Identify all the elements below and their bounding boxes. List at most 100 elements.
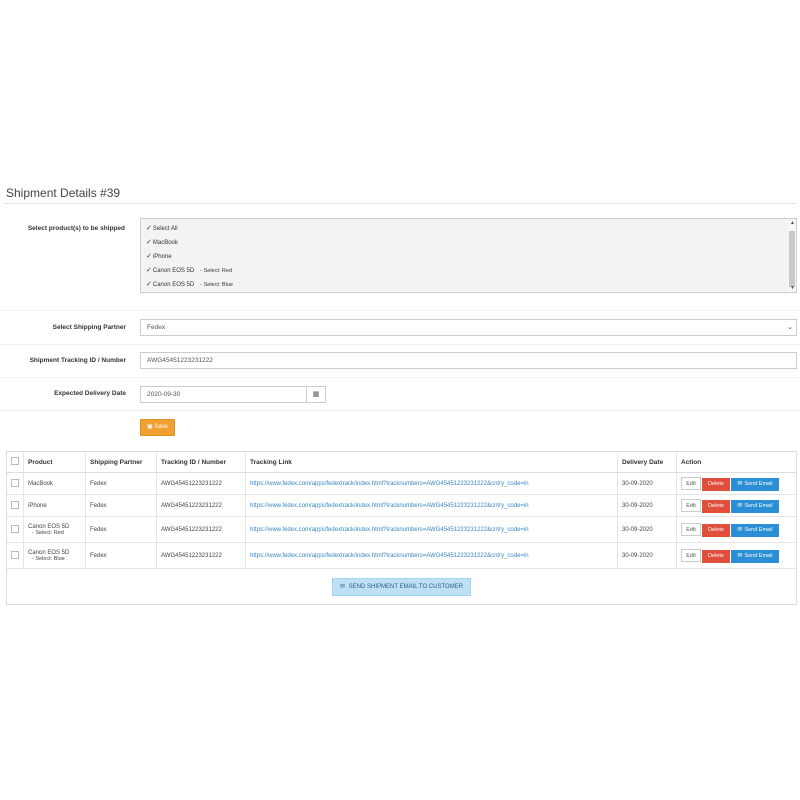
action-cell: Edit Delete ✉ Send Email: [676, 494, 796, 517]
send-email-button[interactable]: ✉ Send Email: [731, 549, 779, 563]
product-option-variant: - Select: Blue: [200, 282, 233, 288]
tracking-link-cell: https://www.fedex.com/apps/fedextrack/in…: [245, 494, 618, 517]
scroll-up-icon[interactable]: ▲: [790, 220, 795, 226]
select-all-checkbox[interactable]: [11, 457, 19, 465]
check-icon: ✓: [146, 267, 152, 274]
product-option[interactable]: ✓Canon EOS 5D - Select: Red: [146, 266, 232, 274]
envelope-icon: ✉: [737, 526, 743, 533]
check-icon: ✓: [146, 239, 152, 246]
product-variant: - Select: Blue: [32, 555, 65, 562]
action-cell: Edit Delete ✉ Send Email: [676, 516, 796, 543]
envelope-icon: ✉: [737, 502, 743, 509]
send-email-button[interactable]: ✉ Send Email: [731, 477, 779, 491]
row-select-cell: [7, 494, 24, 517]
row-divider: [0, 377, 800, 378]
delivery-date-cell: 30-09-2020: [617, 516, 677, 543]
edit-button[interactable]: Edit: [681, 522, 701, 536]
product-option-label: Select All: [152, 226, 178, 232]
calendar-button[interactable]: ▦: [306, 386, 326, 403]
delivery-date-input[interactable]: 2020-09-30: [140, 386, 307, 403]
tracking-id-input[interactable]: AWG45451223231222: [140, 352, 797, 369]
table-header-row: Product Shipping Partner Tracking ID / N…: [7, 452, 796, 473]
scroll-down-icon[interactable]: ▼: [790, 285, 795, 291]
column-header-product: Product: [23, 452, 86, 473]
check-icon: ✓: [146, 253, 152, 260]
send-email-label: Send Email: [744, 502, 773, 509]
product-name: iPhone: [28, 502, 47, 509]
row-checkbox[interactable]: [11, 478, 19, 487]
tracking-link[interactable]: https://www.fedex.com/apps/fedextrack/in…: [250, 481, 529, 487]
tracking-link[interactable]: https://www.fedex.com/apps/fedextrack/in…: [250, 553, 529, 559]
delivery-date-cell: 30-09-2020: [617, 542, 677, 569]
shipments-table: Product Shipping Partner Tracking ID / N…: [7, 452, 796, 569]
edit-button[interactable]: Edit: [681, 476, 701, 490]
product-multiselect[interactable]: ✓Select All ✓MacBook ✓iPhone ✓Canon EOS 5D -…: [140, 218, 797, 293]
table-row: Canon EOS 5D - Select: Blue Fedex AWG454512…: [7, 542, 796, 569]
delete-button[interactable]: Delete: [702, 549, 730, 563]
shipment-page: Shipment Details #39 Select product(s) t…: [0, 0, 800, 800]
tracking-id-cell: AWG45451223231222: [156, 516, 246, 543]
row-checkbox[interactable]: [11, 500, 19, 509]
send-email-label: Send Email: [744, 480, 773, 487]
envelope-icon: ✉: [737, 552, 743, 559]
shipping-partner-value: Fedex: [147, 324, 166, 331]
envelope-icon: ✉: [737, 480, 743, 487]
tracking-link[interactable]: https://www.fedex.com/apps/fedextrack/in…: [250, 503, 529, 509]
column-header-tracking-link: Tracking Link: [245, 452, 618, 473]
send-email-button[interactable]: ✉ Send Email: [731, 499, 779, 513]
product-cell: Canon EOS 5D - Select: Blue: [23, 542, 86, 569]
product-list-scrollbar[interactable]: ▲ ▼: [788, 219, 796, 292]
delete-button[interactable]: Delete: [702, 523, 730, 537]
edit-button[interactable]: Edit: [681, 548, 701, 562]
product-option[interactable]: ✓iPhone: [146, 252, 172, 260]
partner-cell: Fedex: [85, 516, 157, 543]
row-select-cell: [7, 542, 24, 569]
column-header-delivery-date: Delivery Date: [617, 452, 677, 473]
row-select-cell: [7, 516, 24, 543]
shipments-table-panel: Product Shipping Partner Tracking ID / N…: [6, 451, 797, 605]
partner-cell: Fedex: [85, 472, 157, 495]
column-header-action: Action: [676, 452, 796, 473]
scroll-thumb[interactable]: [789, 231, 795, 287]
delete-button[interactable]: Delete: [702, 477, 730, 491]
product-option-label: MacBook: [152, 240, 178, 246]
tracking-id-cell: AWG45451223231222: [156, 494, 246, 517]
title-divider: [4, 203, 796, 204]
delivery-date-value: 2020-09-30: [147, 391, 181, 398]
save-icon: ▣: [146, 424, 153, 430]
products-label: Select product(s) to be shipped: [27, 225, 125, 232]
shipping-partner-select[interactable]: Fedex ⌄: [140, 319, 797, 336]
delivery-date-cell: 30-09-2020: [617, 472, 677, 495]
tracking-link[interactable]: https://www.fedex.com/apps/fedextrack/in…: [250, 527, 529, 533]
delivery-date-cell: 30-09-2020: [617, 494, 677, 517]
product-cell: iPhone: [23, 494, 86, 517]
product-option[interactable]: ✓MacBook: [146, 238, 178, 246]
product-option-label: iPhone: [152, 254, 172, 260]
table-row: MacBook Fedex AWG45451223231222 https://www…: [7, 472, 796, 495]
partner-label: Select Shipping Partner: [52, 324, 126, 331]
envelope-icon: ✉: [339, 584, 345, 590]
row-divider: [0, 310, 800, 311]
save-label: Save: [154, 424, 169, 430]
save-button[interactable]: ▣ Save: [140, 419, 175, 436]
row-divider: [0, 344, 800, 345]
product-option-label: Canon EOS 5D: [152, 282, 195, 288]
edit-button[interactable]: Edit: [681, 498, 701, 512]
column-header-partner: Shipping Partner: [85, 452, 157, 473]
delete-button[interactable]: Delete: [702, 499, 730, 513]
send-email-button[interactable]: ✉ Send Email: [731, 523, 779, 537]
send-shipment-email-label: SEND SHIPMENT EMAIL TO CUSTOMER: [348, 584, 464, 590]
product-option[interactable]: ✓Canon EOS 5D - Select: Blue: [146, 280, 233, 288]
row-checkbox[interactable]: [11, 550, 19, 559]
product-cell: MacBook: [23, 472, 86, 495]
product-option[interactable]: ✓Select All: [146, 224, 178, 232]
product-name: Canon EOS 5D: [28, 523, 70, 530]
send-shipment-email-button[interactable]: ✉ SEND SHIPMENT EMAIL TO CUSTOMER: [332, 578, 471, 596]
delivery-label: Expected Delivery Date: [54, 390, 126, 397]
select-all-cell: [7, 452, 24, 473]
partner-cell: Fedex: [85, 494, 157, 517]
row-select-cell: [7, 472, 24, 495]
partner-cell: Fedex: [85, 542, 157, 569]
row-checkbox[interactable]: [11, 524, 19, 533]
tracking-id-cell: AWG45451223231222: [156, 472, 246, 495]
